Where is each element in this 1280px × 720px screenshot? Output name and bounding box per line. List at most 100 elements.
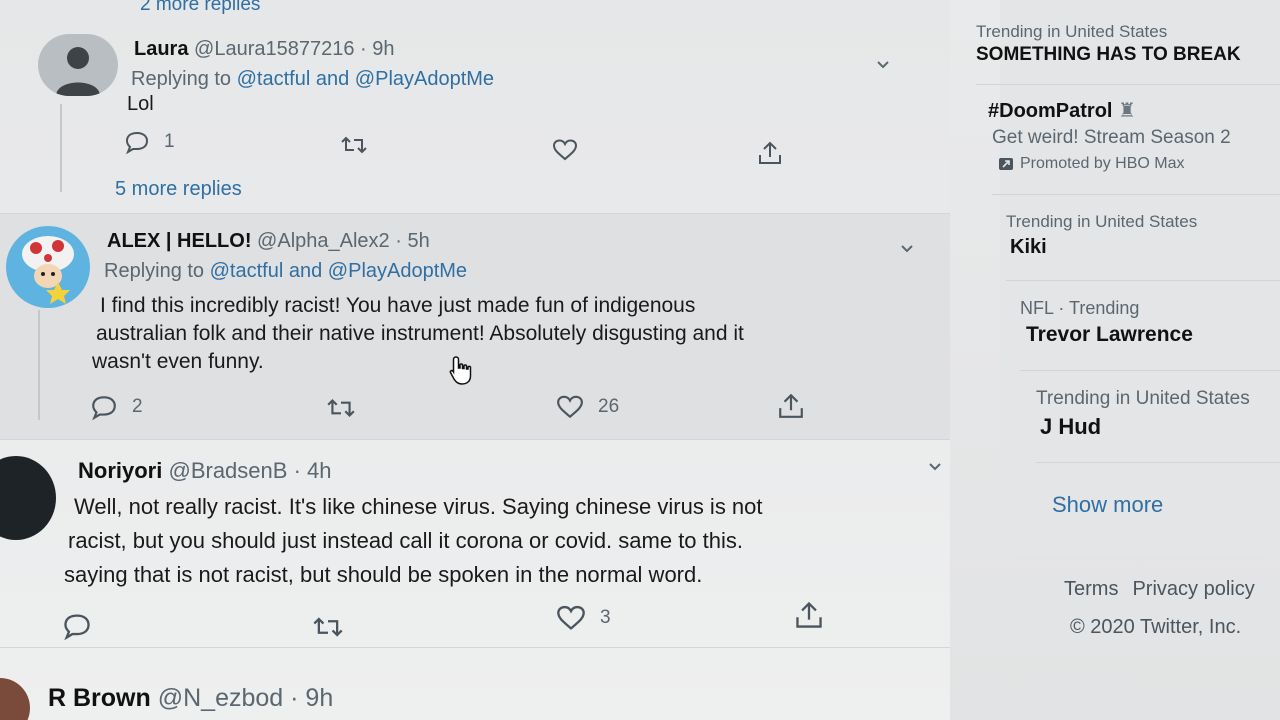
tweet-header: ALEX | HELLO! @Alpha_Alex2 · 5h <box>107 230 430 253</box>
share-button[interactable] <box>794 600 824 630</box>
share-icon <box>779 393 803 418</box>
avatar[interactable] <box>38 34 118 96</box>
trend-title: Kiki <box>1010 236 1047 258</box>
tweet-header: Noriyori @BradsenB · 4h <box>78 458 332 484</box>
show-more-replies-link[interactable]: 2 more replies <box>140 0 260 16</box>
tweet-text: I find this incredibly racist! You have … <box>92 292 744 376</box>
toad-avatar-image <box>22 236 74 304</box>
show-more-replies-link[interactable]: 5 more replies <box>115 178 242 201</box>
promoted-by-text: Promoted by HBO Max <box>1020 155 1185 172</box>
chevron-down-icon[interactable] <box>876 58 890 72</box>
tweet[interactable]: Noriyori @BradsenB · 4h Well, not really… <box>0 440 1000 648</box>
mention-link[interactable]: @PlayAdoptMe <box>355 68 494 90</box>
and-label: and <box>315 68 350 90</box>
user-handle[interactable]: @BradsenB <box>168 458 287 483</box>
reply-button[interactable]: 1 <box>124 130 175 154</box>
timestamp[interactable]: 9h <box>305 684 333 712</box>
tweet-text: Lol <box>127 93 154 115</box>
replying-to: Replying to @tactful and @PlayAdoptMe <box>131 68 494 91</box>
share-button[interactable] <box>757 140 783 166</box>
divider <box>1020 370 1280 371</box>
like-count: 3 <box>600 607 611 628</box>
replying-to: Replying to @tactful and @PlayAdoptMe <box>104 260 467 283</box>
replying-to-label: Replying to <box>131 68 232 90</box>
like-count: 26 <box>598 396 620 417</box>
tweet[interactable]: Laura @Laura15877216 · 9h Replying to @t… <box>0 28 1000 214</box>
retweet-button[interactable] <box>312 614 344 640</box>
retweet-button[interactable] <box>340 134 368 156</box>
and-label: and <box>288 260 323 282</box>
heart-icon <box>557 395 583 419</box>
tweet-text-line: saying that is not racist, but should be… <box>64 562 703 587</box>
user-handle[interactable]: @Alpha_Alex2 <box>257 230 390 252</box>
tweet[interactable]: ALEX | HELLO! @Alpha_Alex2 · 5h Replying… <box>0 214 1000 440</box>
chevron-down-icon[interactable] <box>900 242 914 256</box>
timestamp[interactable]: 4h <box>307 458 331 483</box>
reply-button[interactable]: 2 <box>90 394 143 420</box>
like-button[interactable]: 26 <box>556 394 619 420</box>
trend-title: SOMETHING HAS TO BREAK <box>976 44 1241 65</box>
default-avatar-icon <box>56 47 100 96</box>
promoted-icon <box>999 158 1013 170</box>
reply-count: 1 <box>164 131 175 152</box>
retweet-icon <box>341 136 367 154</box>
trend-item[interactable]: Trending in United States J Hud <box>1036 388 1250 440</box>
hand-cursor-icon <box>449 356 472 385</box>
tweet-header: Laura @Laura15877216 · 9h <box>134 38 395 61</box>
display-name[interactable]: Laura <box>134 38 188 60</box>
heart-icon <box>557 605 585 630</box>
divider <box>992 194 1280 195</box>
trend-context: Trending in United States <box>1006 212 1198 231</box>
chevron-down-icon[interactable] <box>928 460 942 474</box>
timestamp[interactable]: 9h <box>372 38 394 60</box>
mention-link[interactable]: @tactful <box>210 260 284 282</box>
display-name[interactable]: ALEX | HELLO! <box>107 230 251 252</box>
copyright-text: © 2020 Twitter, Inc. <box>1070 616 1242 638</box>
avatar[interactable] <box>6 226 90 308</box>
replying-to-label: Replying to <box>104 260 205 282</box>
separator-dot: · <box>360 38 367 60</box>
display-name[interactable]: R Brown <box>48 684 151 712</box>
avatar[interactable] <box>0 456 56 540</box>
separator-dot: · <box>290 684 299 712</box>
reply-button[interactable] <box>62 612 92 640</box>
footer-links: Terms Privacy policy <box>1064 578 1255 601</box>
avatar[interactable] <box>0 678 30 720</box>
show-more-trends-link[interactable]: Show more <box>1052 492 1163 518</box>
retweet-button[interactable] <box>326 396 356 420</box>
trend-context: Trending in United States <box>1036 388 1250 409</box>
trend-item[interactable]: #DoomPatrol ♜ Get weird! Stream Season 2… <box>988 98 1231 173</box>
trend-item[interactable]: Trending in United States Kiki <box>1006 212 1197 259</box>
tweet-text: Well, not really racist. It's like chine… <box>64 490 763 592</box>
timestamp[interactable]: 5h <box>407 230 429 252</box>
tweet-text-line: Well, not really racist. It's like chine… <box>74 494 763 519</box>
share-icon <box>759 141 781 164</box>
user-handle[interactable]: @N_ezbod <box>158 684 283 712</box>
trend-context: NFL · Trending <box>1020 298 1140 318</box>
user-handle[interactable]: @Laura15877216 <box>194 38 354 60</box>
tweet[interactable]: R Brown @N_ezbod · 9h <box>0 648 1000 720</box>
thread-line <box>38 310 40 420</box>
reply-icon <box>125 131 149 154</box>
trend-hashtag: #DoomPatrol <box>988 100 1113 122</box>
trend-item[interactable]: NFL · Trending Trevor Lawrence <box>1020 298 1193 347</box>
timeline-feed: 2 more replies Laura @Laura15877216 · 9h… <box>0 0 1000 720</box>
mention-link[interactable]: @tactful <box>237 68 311 90</box>
trend-context: Trending in United States <box>976 22 1168 41</box>
separator-dot: · <box>293 458 301 483</box>
privacy-policy-link[interactable]: Privacy policy <box>1132 578 1254 601</box>
share-button[interactable] <box>777 392 805 420</box>
divider <box>1006 280 1280 281</box>
trend-title: J Hud <box>1040 414 1102 439</box>
display-name[interactable]: Noriyori <box>78 458 162 483</box>
like-button[interactable]: 3 <box>556 604 611 632</box>
share-icon <box>796 601 822 628</box>
tweet-text-line: racist, but you should just instead call… <box>68 528 743 553</box>
retweet-icon <box>327 398 355 418</box>
trend-title: Trevor Lawrence <box>1026 323 1193 346</box>
mention-link[interactable]: @PlayAdoptMe <box>328 260 467 282</box>
terms-link[interactable]: Terms <box>1064 578 1118 601</box>
tweet-text-line: australian folk and their native instrum… <box>96 322 744 345</box>
trend-item[interactable]: Trending in United States SOMETHING HAS … <box>976 22 1241 66</box>
like-button[interactable] <box>552 138 578 162</box>
